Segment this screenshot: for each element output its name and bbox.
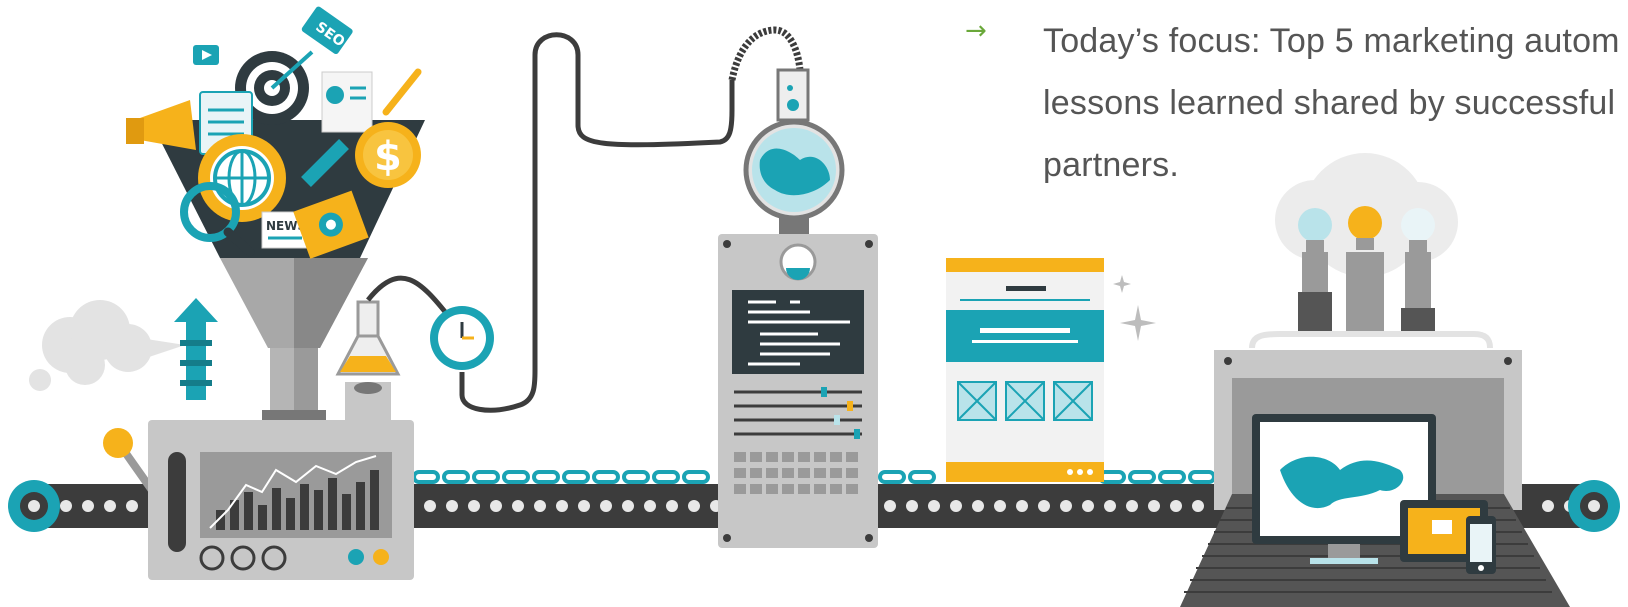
right-gear-icon <box>1568 480 1620 532</box>
lightbulb-icon <box>1401 208 1435 332</box>
sparkle-icon <box>1113 275 1156 341</box>
focus-text: Today’s focus: Top 5 marketing autom les… <box>1043 10 1628 196</box>
steam-cloud <box>29 300 185 391</box>
focus-line-2: lessons learned shared by successful <box>1043 84 1616 122</box>
lightbulb-icon <box>1298 208 1332 332</box>
brush-icon <box>382 68 422 116</box>
focus-bullet: → Today’s focus: Top 5 marketing autom l… <box>965 10 1628 190</box>
left-machine <box>148 420 414 580</box>
webpage-card <box>946 258 1104 482</box>
lightbulb-icon <box>1346 206 1384 334</box>
globe-gear-icon <box>198 134 286 222</box>
megaphone-icon <box>126 100 196 150</box>
right-machine <box>1180 153 1570 607</box>
svg-text:$: $ <box>374 134 402 180</box>
arrow-right-icon: → <box>965 16 987 46</box>
flask-yellow <box>335 300 401 420</box>
left-gear-icon <box>8 480 60 532</box>
pressure-gauge-icon <box>366 32 735 413</box>
focus-line-3: partners. <box>1043 146 1179 184</box>
focus-line-1: Today’s focus: Top 5 marketing autom <box>1043 22 1620 60</box>
up-arrow-icon <box>174 298 218 400</box>
seo-tag-icon: SEO <box>301 6 353 55</box>
phone-icon <box>1466 516 1496 574</box>
dollar-coin-icon: $ <box>355 122 421 188</box>
central-processing-tower <box>718 68 878 548</box>
